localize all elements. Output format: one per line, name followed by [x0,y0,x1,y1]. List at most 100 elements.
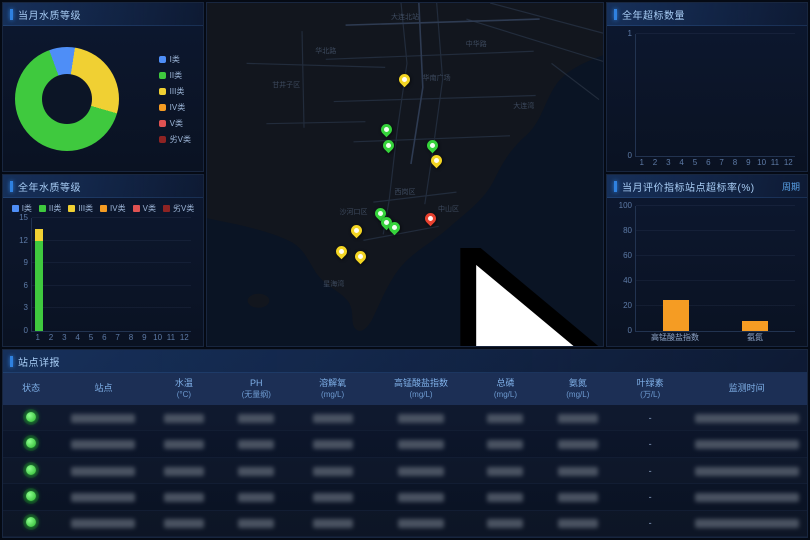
bar-segment[interactable] [35,229,43,240]
column-header: 监测时间 [686,383,807,394]
axis-tick-label: 3 [58,332,71,344]
legend-item[interactable]: II类 [39,203,61,214]
table-row[interactable]: - [3,511,807,537]
legend-item[interactable]: III类 [159,86,191,97]
station-pin-good[interactable] [383,140,395,156]
table-cell [373,465,469,475]
table-cell [373,492,469,502]
bar-segment[interactable] [742,321,768,331]
rate-xaxis: 高锰酸盐指数氨氮 [635,332,795,344]
redacted-value [558,493,598,502]
pin-icon [397,72,413,88]
station-pin-warn[interactable] [355,251,367,267]
legend-item[interactable]: V类 [159,118,191,129]
month-grade-donut[interactable] [15,47,119,151]
axis-tick-label: 12 [19,237,28,245]
table-cell [542,492,614,502]
legend-item[interactable]: I类 [159,54,191,65]
table-cell: - [614,466,686,476]
gridline [32,307,191,308]
column-header-name: 氨氮 [542,378,614,389]
station-pin-warn[interactable] [336,246,348,262]
bar-segment[interactable] [663,300,689,331]
table-cell [469,518,541,528]
panel-month-grade: 当月水质等级 I类 II类 III类 IV类 V类劣V类 [2,2,204,172]
axis-tick-label: 1 [628,30,632,38]
status-indicator [26,491,36,501]
legend-item[interactable]: II类 [159,70,191,81]
dashboard-root: 当月水质等级 I类II类III类IV类V类劣V类 全年水质等级 I类II类III… [0,0,810,540]
table-cell [59,492,147,502]
pin-icon [379,122,395,138]
axis-tick-label: 6 [24,282,28,290]
panel-header-year-grade: 全年水质等级 [3,175,203,198]
redacted-value [398,440,444,449]
axis-tick-label: 4 [675,157,688,169]
panel-title: 当月水质等级 [18,7,81,22]
panel-accent-icon [10,356,13,367]
axis-tick-label: 2 [44,332,57,344]
gridline [32,217,191,218]
city-map[interactable]: 大连北站华北路甘井子区华南广场中华路大连湾西岗区沙河口区中山区星海湾 [206,2,604,347]
station-pin-warn[interactable] [431,155,443,171]
legend-item[interactable]: III类 [68,203,93,214]
redacted-value [695,493,799,502]
period-toggle[interactable]: 周期 [782,180,800,193]
station-pin-good[interactable] [381,124,393,140]
column-header-name: 溶解氧 [292,378,372,389]
legend-item[interactable]: I类 [12,203,32,214]
redacted-value [398,467,444,476]
table-cell [542,439,614,449]
legend-item[interactable]: IV类 [159,102,191,113]
month-grade-chart-area: I类 II类 III类 IV类 V类劣V类 [3,26,203,172]
panel-header-station-table: 站点详报 [3,350,807,373]
station-pin-warn[interactable] [399,74,411,90]
column-header: 高锰酸盐指数(mg/L) [373,378,469,399]
table-row[interactable]: - [3,431,807,457]
legend-label: IV类 [170,102,186,113]
column-header: 叶绿素(万/L) [614,378,686,399]
station-pin-alarm[interactable] [425,213,437,229]
status-indicator [26,465,36,475]
legend-item[interactable]: 劣V类 [159,134,191,145]
station-pin-warn[interactable] [351,225,363,241]
table-cell [686,518,807,528]
pin-center-dot [427,215,434,222]
axis-tick-label: 80 [623,227,632,235]
column-header-name: 高锰酸盐指数 [373,378,469,389]
station-pin-good[interactable] [389,222,401,238]
bar-segment[interactable] [35,241,43,331]
legend-swatch [159,136,166,143]
gridline [636,280,795,281]
table-cell [148,518,220,528]
redacted-value [238,440,274,449]
redacted-value [238,467,274,476]
legend-label: V类 [143,203,156,214]
legend-label: 劣V类 [170,134,191,145]
legend-item[interactable]: 劣V类 [163,203,194,214]
station-pin-good[interactable] [427,140,439,156]
axis-tick-label: 4 [71,332,84,344]
table-cell [373,413,469,423]
table-row[interactable]: - [3,458,807,484]
table-cell [59,465,147,475]
table-cell [373,518,469,528]
gridline [636,305,795,306]
year-xaxis: 123456789101112 [31,332,191,344]
legend-item[interactable]: V类 [133,203,156,214]
legend-label: V类 [170,118,183,129]
panel-title: 当月评价指标站点超标率(%) [622,179,755,194]
pin-center-dot [401,76,408,83]
panel-accent-icon [614,181,617,192]
column-header-unit: (mg/L) [292,390,372,400]
pin-center-dot [338,248,345,255]
legend-swatch [12,205,19,212]
column-header-unit: (°C) [148,390,220,400]
legend-item[interactable]: IV类 [100,203,126,214]
table-cell [469,492,541,502]
table-row[interactable]: - [3,405,807,431]
redacted-value [695,467,799,476]
table-row[interactable]: - [3,484,807,510]
column-header-name: PH [220,378,292,389]
legend-swatch [133,205,140,212]
